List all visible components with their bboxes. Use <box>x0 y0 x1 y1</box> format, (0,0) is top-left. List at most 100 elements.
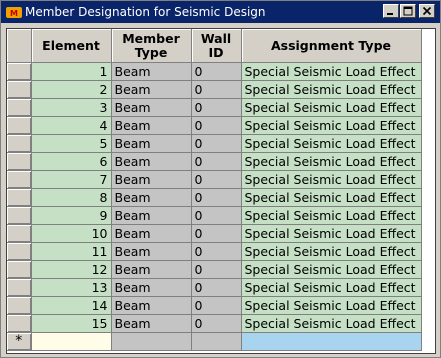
table-row[interactable]: 4 Beam 0 Special Seismic Load Effect <box>7 116 422 135</box>
row-header[interactable] <box>7 62 32 81</box>
member-type-cell[interactable]: Beam <box>111 152 192 171</box>
wall-id-cell[interactable]: 0 <box>191 296 242 315</box>
row-header[interactable] <box>7 80 32 99</box>
element-cell[interactable]: 12 <box>31 260 112 279</box>
member-type-cell[interactable]: Beam <box>111 242 192 261</box>
wall-id-cell[interactable]: 0 <box>191 98 242 117</box>
element-cell[interactable]: 9 <box>31 206 112 225</box>
wall-id-cell[interactable]: 0 <box>191 152 242 171</box>
corner-header[interactable] <box>7 29 32 63</box>
wall-id-cell[interactable]: 0 <box>191 170 242 189</box>
wall-id-cell[interactable]: 0 <box>191 314 242 333</box>
member-type-cell[interactable]: Beam <box>111 134 192 153</box>
column-header-member-type[interactable]: Member Type <box>111 29 192 63</box>
member-type-cell[interactable]: Beam <box>111 188 192 207</box>
table-row[interactable]: 9 Beam 0 Special Seismic Load Effect <box>7 206 422 225</box>
element-cell[interactable]: 4 <box>31 116 112 135</box>
row-header[interactable] <box>7 98 32 117</box>
row-header[interactable] <box>7 134 32 153</box>
assignment-type-cell[interactable]: Special Seismic Load Effect <box>241 278 422 297</box>
member-type-cell[interactable]: Beam <box>111 116 192 135</box>
assignment-type-cell[interactable]: Special Seismic Load Effect <box>241 206 422 225</box>
row-header[interactable] <box>7 188 32 207</box>
member-type-cell[interactable]: Beam <box>111 314 192 333</box>
member-type-cell[interactable]: Beam <box>111 98 192 117</box>
table-row[interactable]: 3 Beam 0 Special Seismic Load Effect <box>7 98 422 117</box>
row-header[interactable] <box>7 242 32 261</box>
assignment-type-cell[interactable]: Special Seismic Load Effect <box>241 170 422 189</box>
member-type-cell[interactable]: Beam <box>111 296 192 315</box>
table-row[interactable]: 14 Beam 0 Special Seismic Load Effect <box>7 296 422 315</box>
wall-id-cell[interactable]: 0 <box>191 206 242 225</box>
element-cell[interactable]: 10 <box>31 224 112 243</box>
wall-id-cell[interactable]: 0 <box>191 188 242 207</box>
assignment-type-cell[interactable]: Special Seismic Load Effect <box>241 224 422 243</box>
column-header-element[interactable]: Element <box>31 29 112 63</box>
assignment-type-cell[interactable]: Special Seismic Load Effect <box>241 98 422 117</box>
element-cell[interactable]: 15 <box>31 314 112 333</box>
table-row[interactable]: 1 Beam 0 Special Seismic Load Effect <box>7 62 422 81</box>
new-entry-row[interactable]: * <box>7 332 422 351</box>
new-wall-id-cell[interactable] <box>191 332 242 351</box>
element-cell[interactable]: 6 <box>31 152 112 171</box>
assignment-type-cell[interactable]: Special Seismic Load Effect <box>241 260 422 279</box>
element-cell[interactable]: 3 <box>31 98 112 117</box>
row-header[interactable] <box>7 314 32 333</box>
table-row[interactable]: 12 Beam 0 Special Seismic Load Effect <box>7 260 422 279</box>
table-row[interactable]: 15 Beam 0 Special Seismic Load Effect <box>7 314 422 333</box>
table-row[interactable]: 5 Beam 0 Special Seismic Load Effect <box>7 134 422 153</box>
table-row[interactable]: 13 Beam 0 Special Seismic Load Effect <box>7 278 422 297</box>
element-cell[interactable]: 14 <box>31 296 112 315</box>
new-element-cell[interactable] <box>31 332 112 351</box>
wall-id-cell[interactable]: 0 <box>191 62 242 81</box>
row-header[interactable] <box>7 170 32 189</box>
element-cell[interactable]: 13 <box>31 278 112 297</box>
new-assignment-type-cell[interactable] <box>241 332 422 351</box>
wall-id-cell[interactable]: 0 <box>191 224 242 243</box>
assignment-type-cell[interactable]: Special Seismic Load Effect <box>241 116 422 135</box>
assignment-type-cell[interactable]: Special Seismic Load Effect <box>241 242 422 261</box>
assignment-type-cell[interactable]: Special Seismic Load Effect <box>241 188 422 207</box>
member-type-cell[interactable]: Beam <box>111 278 192 297</box>
title-bar[interactable]: M Member Designation for Seismic Design <box>1 1 440 23</box>
column-header-wall-id[interactable]: Wall ID <box>191 29 242 63</box>
table-row[interactable]: 10 Beam 0 Special Seismic Load Effect <box>7 224 422 243</box>
assignment-type-cell[interactable]: Special Seismic Load Effect <box>241 152 422 171</box>
row-header[interactable] <box>7 260 32 279</box>
element-cell[interactable]: 7 <box>31 170 112 189</box>
column-header-assignment-type[interactable]: Assignment Type <box>241 29 422 63</box>
member-type-cell[interactable]: Beam <box>111 206 192 225</box>
wall-id-cell[interactable]: 0 <box>191 134 242 153</box>
assignment-type-cell[interactable]: Special Seismic Load Effect <box>241 314 422 333</box>
assignment-type-cell[interactable]: Special Seismic Load Effect <box>241 62 422 81</box>
row-header[interactable] <box>7 206 32 225</box>
member-type-cell[interactable]: Beam <box>111 170 192 189</box>
assignment-type-cell[interactable]: Special Seismic Load Effect <box>241 296 422 315</box>
member-type-cell[interactable]: Beam <box>111 62 192 81</box>
element-cell[interactable]: 1 <box>31 62 112 81</box>
new-member-type-cell[interactable] <box>111 332 192 351</box>
member-type-cell[interactable]: Beam <box>111 80 192 99</box>
table-row[interactable]: 11 Beam 0 Special Seismic Load Effect <box>7 242 422 261</box>
table-row[interactable]: 2 Beam 0 Special Seismic Load Effect <box>7 80 422 99</box>
wall-id-cell[interactable]: 0 <box>191 116 242 135</box>
assignment-type-cell[interactable]: Special Seismic Load Effect <box>241 80 422 99</box>
element-cell[interactable]: 11 <box>31 242 112 261</box>
element-cell[interactable]: 5 <box>31 134 112 153</box>
element-cell[interactable]: 2 <box>31 80 112 99</box>
row-header[interactable] <box>7 296 32 315</box>
maximize-button[interactable] <box>400 4 416 18</box>
new-row-marker[interactable]: * <box>7 332 32 351</box>
row-header[interactable] <box>7 116 32 135</box>
member-type-cell[interactable]: Beam <box>111 260 192 279</box>
table-row[interactable]: 7 Beam 0 Special Seismic Load Effect <box>7 170 422 189</box>
element-cell[interactable]: 8 <box>31 188 112 207</box>
assignment-type-cell[interactable]: Special Seismic Load Effect <box>241 134 422 153</box>
row-header[interactable] <box>7 278 32 297</box>
wall-id-cell[interactable]: 0 <box>191 242 242 261</box>
wall-id-cell[interactable]: 0 <box>191 80 242 99</box>
member-type-cell[interactable]: Beam <box>111 224 192 243</box>
row-header[interactable] <box>7 224 32 243</box>
close-button[interactable] <box>419 4 435 18</box>
wall-id-cell[interactable]: 0 <box>191 260 242 279</box>
